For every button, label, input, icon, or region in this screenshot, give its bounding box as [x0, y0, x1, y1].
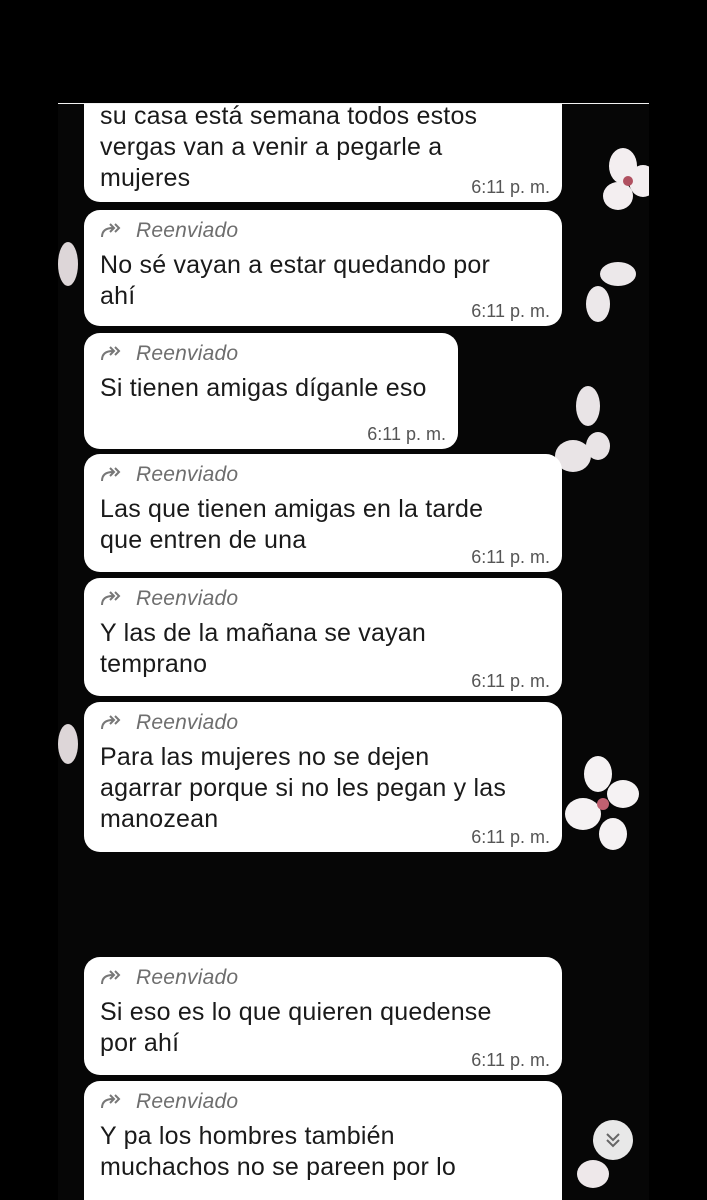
message-time: 6:11 p. m.: [471, 301, 550, 321]
scroll-to-bottom-button[interactable]: [593, 1120, 633, 1160]
forward-double-arrow-icon: [101, 715, 121, 730]
forwarded-label: Reenviado: [100, 1087, 546, 1117]
forward-double-arrow-icon: [101, 223, 121, 238]
blossom-decoration: [603, 148, 649, 210]
message-bubble[interactable]: Reenviado No sé vayan a estar quedando p…: [84, 210, 562, 326]
forward-double-arrow-icon: [101, 467, 121, 482]
chat-screen: Un comunicado para todas las chicas de a…: [58, 104, 649, 1200]
forwarded-label: Reenviado: [100, 584, 546, 614]
message-time: 6:11 p. m.: [471, 177, 550, 197]
message-bubble[interactable]: Reenviado Si eso es lo que quieren quede…: [84, 957, 562, 1075]
message-text: Si tienen amigas díganle eso: [100, 374, 427, 402]
forwarded-label: Reenviado: [100, 460, 546, 490]
blossom-decoration: [565, 756, 639, 850]
forward-double-arrow-icon: [101, 970, 121, 985]
message-bubble[interactable]: Reenviado Y pa los hombres también mucha…: [84, 1081, 562, 1200]
message-text: Para las mujeres no se dejen agarrar por…: [100, 743, 507, 833]
forwarded-label: Reenviado: [100, 339, 442, 369]
message-bubble[interactable]: Reenviado Para las mujeres no se dejen a…: [84, 702, 562, 852]
message-time: 6:11 p. m.: [471, 1050, 550, 1070]
message-time: 6:11 p. m.: [471, 671, 550, 691]
message-bubble[interactable]: Reenviado Si tienen amigas díganle eso 6…: [84, 333, 458, 449]
blossom-decoration: [586, 262, 636, 322]
forwarded-label: Reenviado: [100, 708, 546, 738]
message-time: 6:11 p. m.: [471, 547, 550, 567]
message-bubble[interactable]: Reenviado Y las de la mañana se vayan te…: [84, 578, 562, 696]
forward-double-arrow-icon: [101, 346, 121, 361]
forwarded-label: Reenviado: [100, 216, 546, 246]
message-time: 6:11 p. m.: [471, 827, 550, 847]
message-bubble[interactable]: Un comunicado para todas las chicas de a…: [84, 104, 562, 202]
forward-double-arrow-icon: [101, 1094, 121, 1109]
message-text: Y pa los hombres también muchachos no se…: [100, 1122, 457, 1181]
forwarded-label: Reenviado: [100, 963, 546, 993]
message-bubble[interactable]: Reenviado Las que tienen amigas en la ta…: [84, 454, 562, 572]
message-time: 6:11 p. m.: [367, 424, 446, 444]
forward-double-arrow-icon: [101, 591, 121, 606]
chevron-double-down-icon: [606, 1133, 620, 1148]
